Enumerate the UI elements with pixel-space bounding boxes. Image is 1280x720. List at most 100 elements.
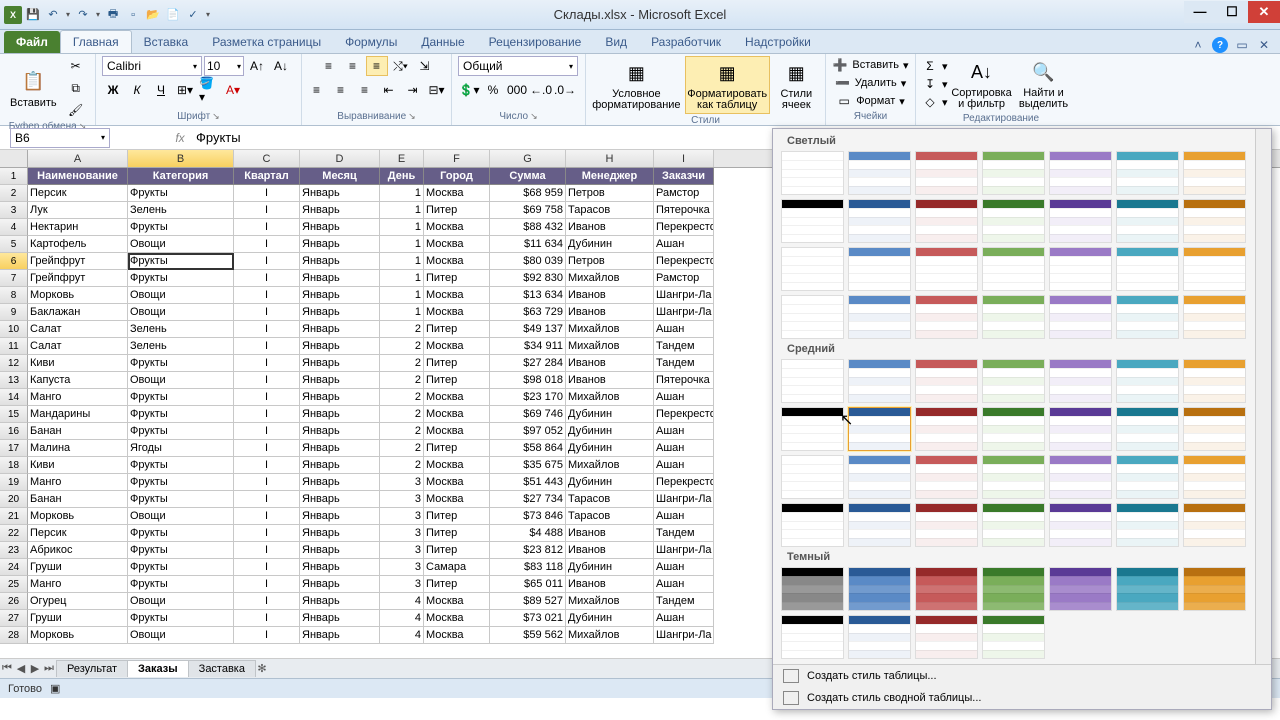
cell[interactable]: Москва (424, 593, 490, 610)
cell[interactable]: Наименование (28, 168, 128, 185)
cell[interactable]: 2 (380, 423, 424, 440)
cell[interactable]: I (234, 389, 300, 406)
cell[interactable]: Зелень (128, 202, 234, 219)
cell[interactable]: Январь (300, 338, 380, 355)
cell[interactable]: Январь (300, 219, 380, 236)
cell[interactable]: Январь (300, 440, 380, 457)
cell[interactable]: Капуста (28, 372, 128, 389)
cell[interactable]: Ашан (654, 236, 714, 253)
table-style-swatch[interactable] (781, 199, 844, 243)
table-style-swatch[interactable] (1049, 503, 1112, 547)
table-style-swatch[interactable] (781, 615, 844, 659)
cell[interactable]: 3 (380, 525, 424, 542)
cell[interactable]: Январь (300, 508, 380, 525)
cell[interactable]: Фрукты (128, 253, 234, 270)
cell[interactable]: I (234, 610, 300, 627)
fx-icon[interactable]: fx (170, 131, 190, 145)
cell[interactable]: Малина (28, 440, 128, 457)
open-icon[interactable]: 📂 (144, 6, 162, 24)
new-sheet-icon[interactable]: ✻ (255, 662, 269, 675)
table-style-swatch[interactable] (1183, 359, 1246, 403)
cell[interactable]: $98 018 (490, 372, 566, 389)
row-header[interactable]: 3 (0, 202, 28, 219)
cell[interactable]: Москва (424, 457, 490, 474)
table-style-swatch[interactable] (1183, 455, 1246, 499)
cell[interactable]: Январь (300, 542, 380, 559)
cell[interactable]: 1 (380, 185, 424, 202)
cell[interactable]: Перекресто (654, 219, 714, 236)
cell[interactable]: I (234, 508, 300, 525)
font-launcher[interactable] (212, 111, 220, 122)
increase-font-icon[interactable]: A↑ (246, 56, 268, 76)
table-style-swatch[interactable] (982, 455, 1045, 499)
cell[interactable]: $63 729 (490, 304, 566, 321)
cell[interactable]: $51 443 (490, 474, 566, 491)
cell[interactable]: Январь (300, 321, 380, 338)
tab-page-layout[interactable]: Разметка страницы (200, 31, 333, 53)
row-header[interactable]: 18 (0, 457, 28, 474)
cell[interactable]: Москва (424, 219, 490, 236)
format-cells-button[interactable]: ▭Формат ▾ (836, 92, 905, 110)
table-style-swatch[interactable] (1049, 567, 1112, 611)
table-style-swatch[interactable] (1116, 567, 1179, 611)
cell[interactable]: Питер (424, 372, 490, 389)
cell[interactable]: 1 (380, 253, 424, 270)
table-style-swatch[interactable] (1183, 199, 1246, 243)
macro-record-icon[interactable]: ▣ (50, 682, 60, 695)
cell[interactable]: Дубинин (566, 423, 654, 440)
cell[interactable]: 1 (380, 236, 424, 253)
cell[interactable]: I (234, 202, 300, 219)
orientation-icon[interactable]: ⤭▾ (390, 56, 412, 76)
cell[interactable]: Михайлов (566, 338, 654, 355)
table-style-swatch[interactable] (848, 503, 911, 547)
row-header[interactable]: 5 (0, 236, 28, 253)
table-style-swatch[interactable] (1183, 151, 1246, 195)
cell[interactable]: Тандем (654, 338, 714, 355)
cell[interactable]: Фрукты (128, 355, 234, 372)
cell[interactable]: 3 (380, 559, 424, 576)
table-style-swatch[interactable] (781, 151, 844, 195)
spelling-icon[interactable]: ✓ (184, 6, 202, 24)
cell[interactable]: Питер (424, 525, 490, 542)
sheet-nav-last[interactable]: ⏭ (42, 662, 56, 675)
gallery-scrollbar[interactable] (1255, 129, 1271, 664)
row-header[interactable]: 16 (0, 423, 28, 440)
cell[interactable]: Дубинин (566, 474, 654, 491)
cell[interactable]: Перекресто (654, 406, 714, 423)
clear-button[interactable]: ◇▾ (922, 93, 948, 111)
table-style-swatch[interactable] (781, 407, 844, 451)
cell[interactable]: Фрукты (128, 542, 234, 559)
paste-button[interactable]: 📋 Вставить (6, 65, 61, 111)
cell[interactable]: Петров (566, 253, 654, 270)
increase-decimal-icon[interactable]: ←.0 (530, 80, 552, 100)
cell[interactable]: Январь (300, 406, 380, 423)
table-style-swatch[interactable] (1183, 295, 1246, 339)
cell[interactable]: Дубинин (566, 610, 654, 627)
cell[interactable]: Москва (424, 627, 490, 644)
cell[interactable]: Тандем (654, 355, 714, 372)
table-style-swatch[interactable] (1049, 359, 1112, 403)
cell[interactable]: $89 527 (490, 593, 566, 610)
cell[interactable]: Январь (300, 372, 380, 389)
cell[interactable]: Январь (300, 270, 380, 287)
col-header-E[interactable]: E (380, 150, 424, 167)
cell[interactable]: Январь (300, 593, 380, 610)
cell[interactable]: Фрукты (128, 423, 234, 440)
table-style-swatch[interactable] (1183, 503, 1246, 547)
sheet-tab-splash[interactable]: Заставка (188, 660, 256, 677)
conditional-formatting-button[interactable]: ▦Условное форматирование (592, 57, 681, 113)
format-as-table-button[interactable]: ▦Форматировать как таблицу (685, 56, 770, 114)
cell[interactable]: Ашан (654, 457, 714, 474)
bold-button[interactable]: Ж (102, 80, 124, 100)
cell[interactable]: Январь (300, 236, 380, 253)
cell[interactable]: 2 (380, 440, 424, 457)
cell[interactable]: Перекресто (654, 474, 714, 491)
table-style-swatch[interactable] (1116, 295, 1179, 339)
cell[interactable]: Тарасов (566, 491, 654, 508)
cell[interactable]: $88 432 (490, 219, 566, 236)
cell[interactable]: $27 284 (490, 355, 566, 372)
cell[interactable]: Фрукты (128, 559, 234, 576)
cell[interactable]: Овощи (128, 593, 234, 610)
cell[interactable]: $35 675 (490, 457, 566, 474)
cell[interactable]: 1 (380, 202, 424, 219)
